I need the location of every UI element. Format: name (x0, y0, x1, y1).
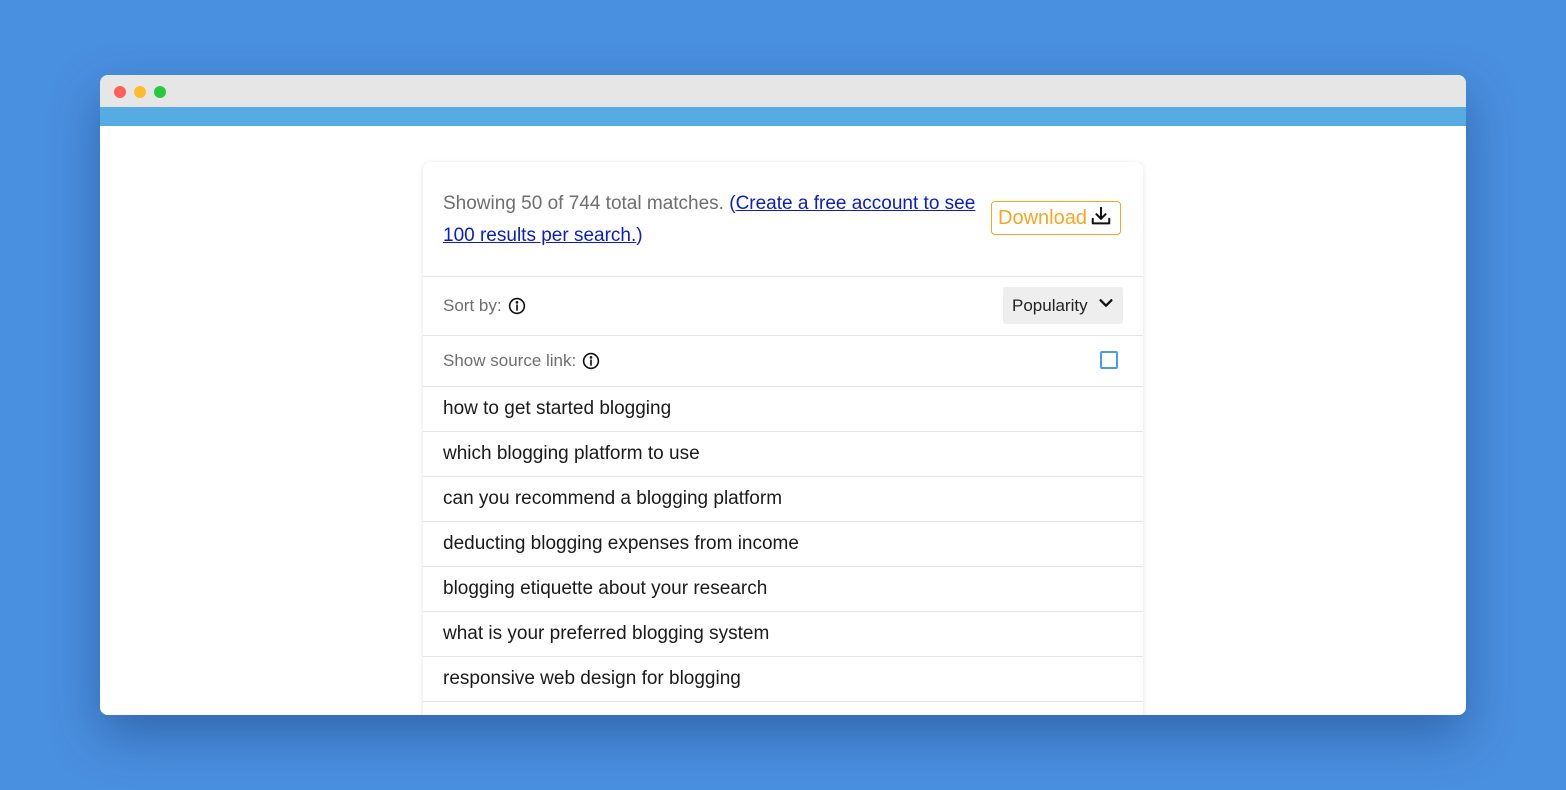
sort-label-group: Sort by: (443, 296, 526, 316)
chevron-down-icon (1097, 294, 1115, 317)
list-item[interactable]: blogging etiquette about your research (423, 567, 1143, 612)
list-item[interactable]: can you recommend a blogging platform (423, 477, 1143, 522)
sort-dropdown[interactable]: Popularity (1003, 287, 1123, 324)
sort-label: Sort by: (443, 296, 502, 315)
results-summary: Showing 50 of 744 total matches. (Create… (443, 188, 983, 252)
show-source-link-checkbox[interactable] (1100, 351, 1118, 369)
browser-window: Showing 50 of 744 total matches. (Create… (100, 75, 1466, 715)
info-icon[interactable] (582, 352, 600, 370)
info-icon[interactable] (508, 297, 526, 315)
header-accent-bar (100, 107, 1466, 126)
list-item[interactable]: what is your preferred blogging system (423, 612, 1143, 657)
close-window-button[interactable] (114, 86, 126, 98)
list-item[interactable]: how to get started blogging (423, 387, 1143, 432)
download-icon (1090, 205, 1112, 232)
sort-selected-value: Popularity (1012, 295, 1088, 315)
list-item[interactable] (423, 702, 1143, 715)
maximize-window-button[interactable] (154, 86, 166, 98)
source-link-label-group: Show source link: (443, 351, 600, 371)
paren-close: ) (636, 225, 643, 246)
minimize-window-button[interactable] (134, 86, 146, 98)
title-bar (100, 75, 1466, 107)
results-list: how to get started blogging which bloggi… (423, 387, 1143, 715)
list-item[interactable]: responsive web design for blogging (423, 657, 1143, 702)
match-count-text: Showing 50 of 744 total matches. (443, 193, 730, 214)
download-button-label: Download (998, 206, 1087, 229)
source-link-label: Show source link: (443, 351, 577, 370)
download-button[interactable]: Download (991, 201, 1121, 235)
results-card: Showing 50 of 744 total matches. (Create… (423, 162, 1143, 715)
list-item[interactable]: which blogging platform to use (423, 432, 1143, 477)
page-content: Showing 50 of 744 total matches. (Create… (100, 126, 1466, 715)
list-item[interactable]: deducting blogging expenses from income (423, 522, 1143, 567)
results-header: Showing 50 of 744 total matches. (Create… (423, 162, 1143, 277)
sort-row: Sort by: Popularity (423, 277, 1143, 336)
source-link-row: Show source link: (423, 336, 1143, 387)
